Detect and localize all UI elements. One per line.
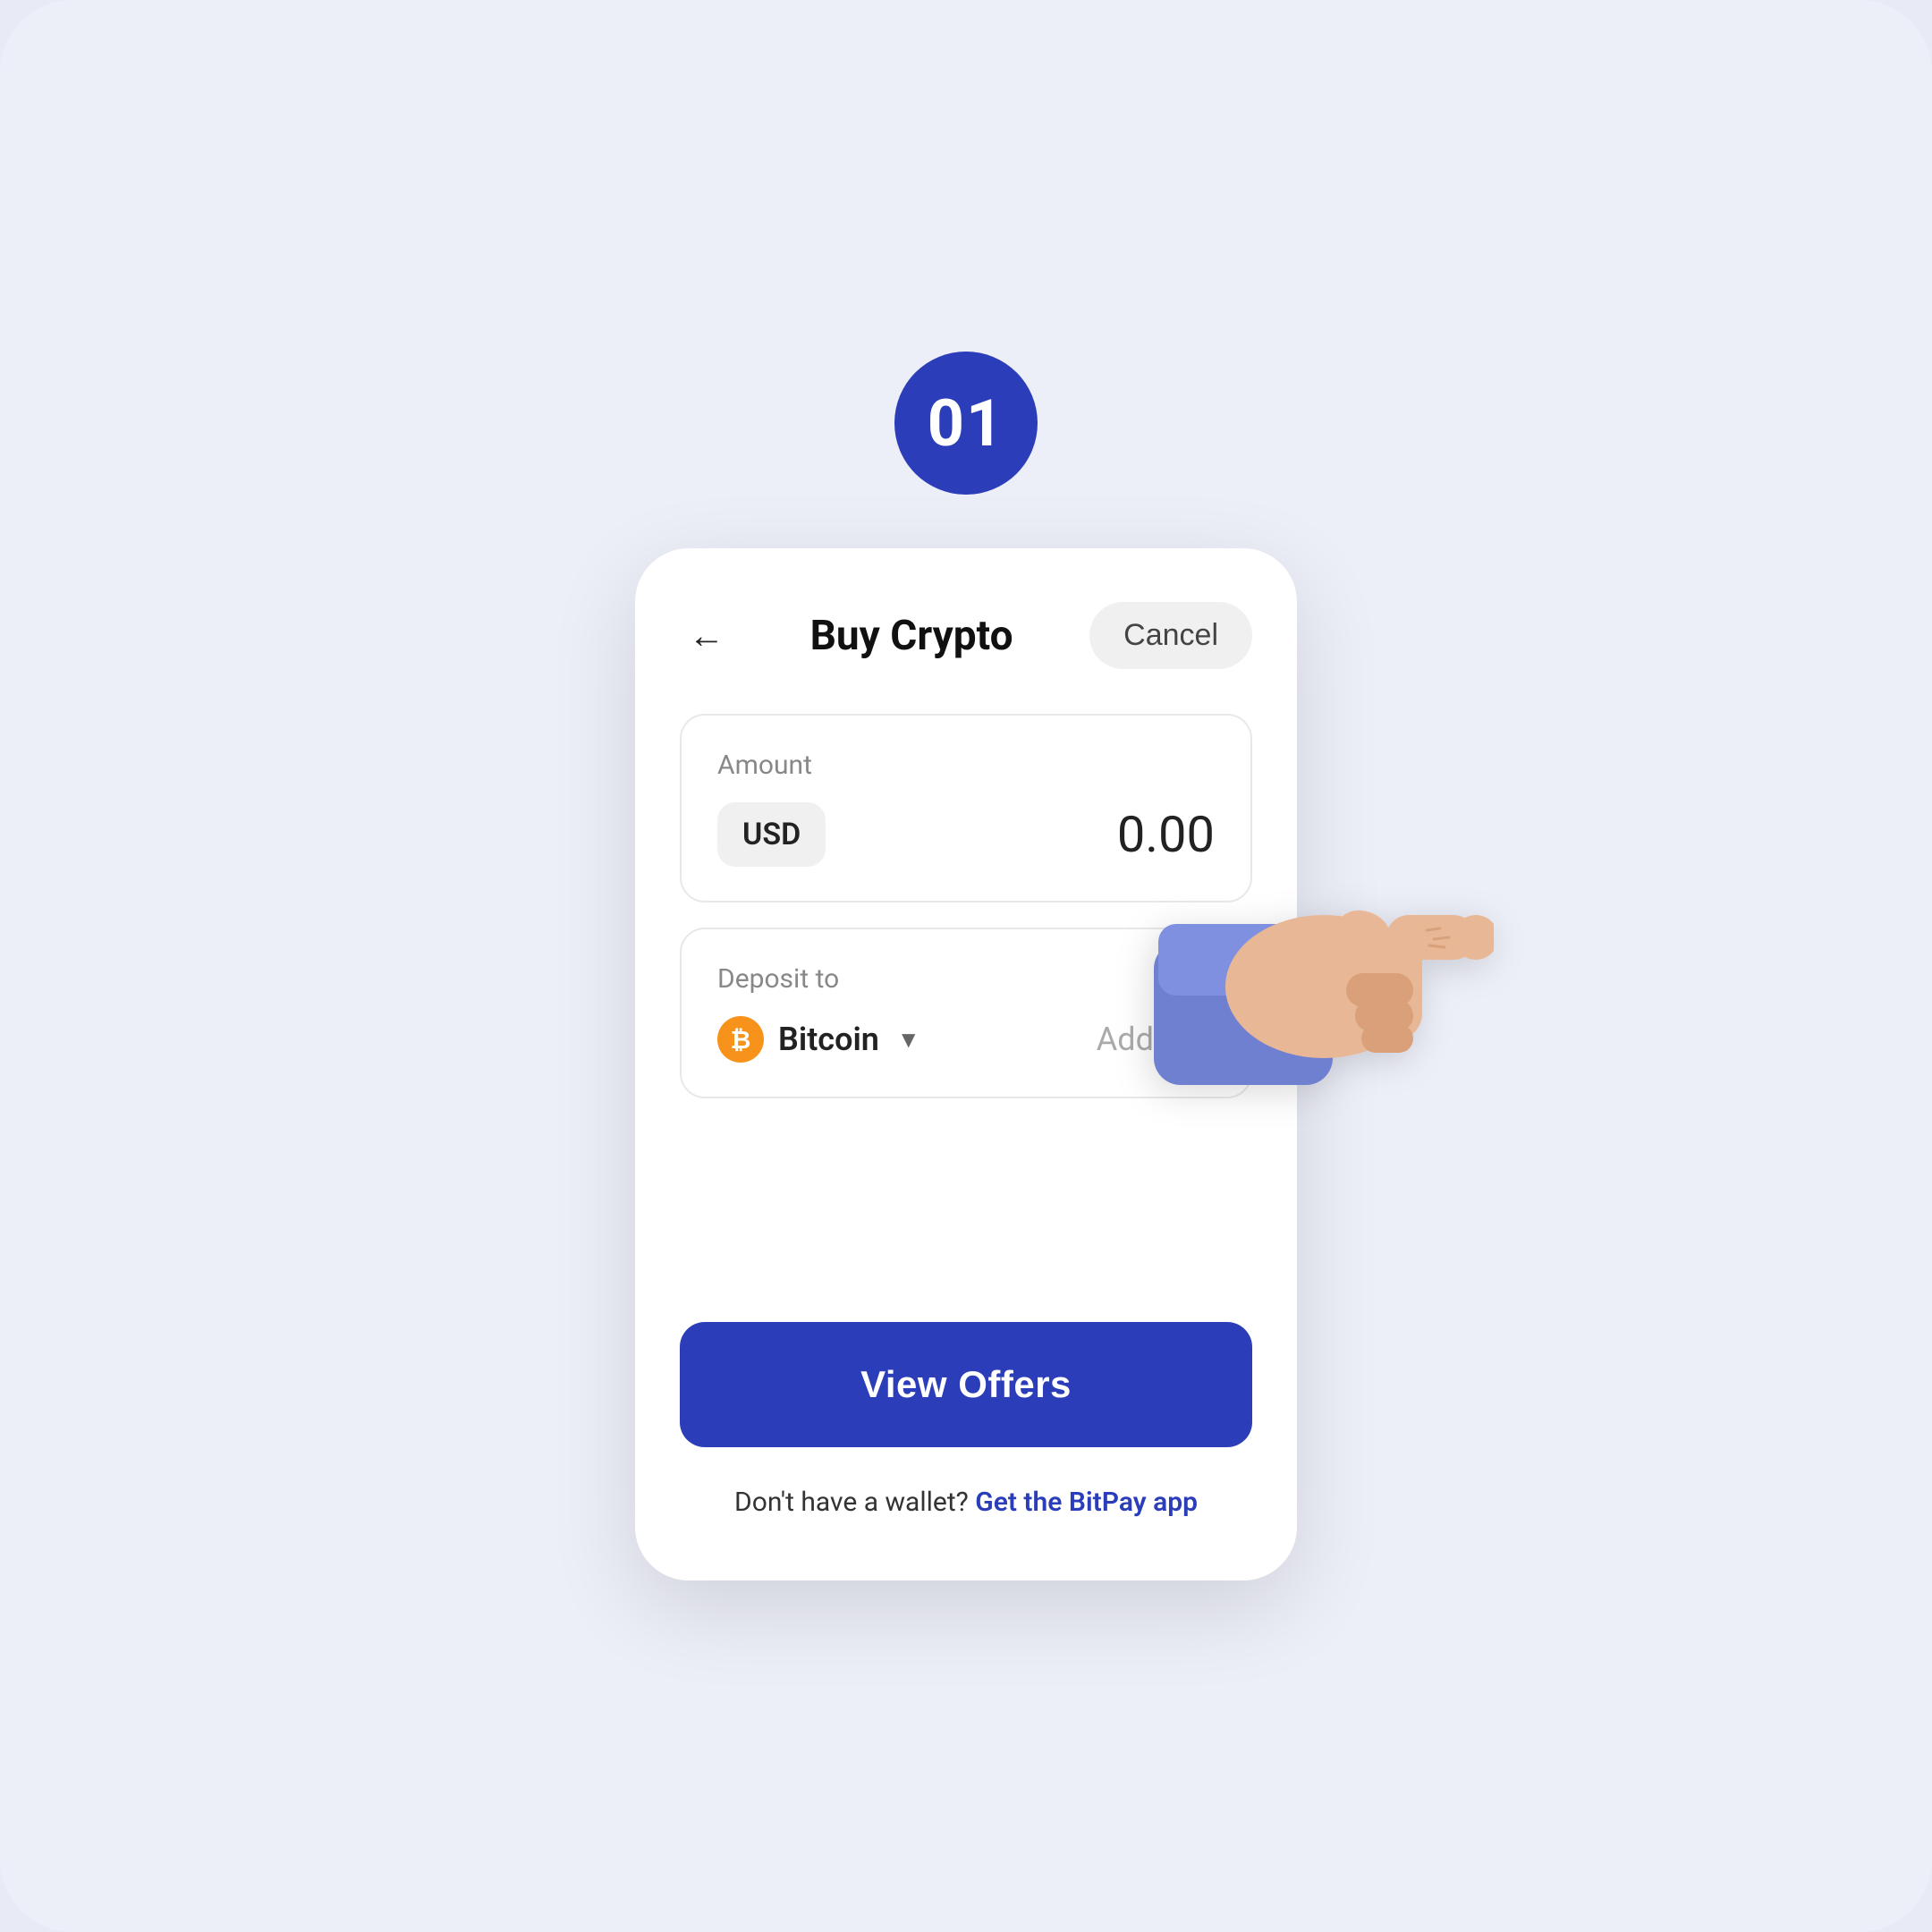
amount-row: USD 0.00	[717, 802, 1215, 867]
amount-value[interactable]: 0.00	[1117, 805, 1215, 864]
back-button[interactable]: ←	[680, 609, 733, 663]
deposit-row: ₿ Bitcoin ▼ Address	[717, 1016, 1215, 1063]
address-placeholder[interactable]: Address	[1097, 1021, 1215, 1058]
phone-wrapper: ← Buy Crypto Cancel Amount USD 0.00 Depo…	[635, 548, 1297, 1580]
get-bitpay-link[interactable]: Get the BitPay app	[975, 1487, 1198, 1518]
amount-label: Amount	[717, 750, 1215, 781]
footer-static-text: Don't have a wallet?	[734, 1487, 969, 1518]
view-offers-button[interactable]: View Offers	[680, 1322, 1252, 1447]
step-badge: 01	[894, 352, 1038, 495]
currency-selector[interactable]: USD	[717, 802, 826, 867]
phone-card: ← Buy Crypto Cancel Amount USD 0.00 Depo…	[635, 548, 1297, 1580]
amount-card: Amount USD 0.00	[680, 714, 1252, 902]
deposit-card: Deposit to ₿ Bitcoin ▼ Address	[680, 928, 1252, 1098]
bitcoin-icon: ₿	[717, 1016, 764, 1063]
coin-name: Bitcoin	[778, 1021, 879, 1058]
page-title: Buy Crypto	[810, 612, 1013, 660]
deposit-label: Deposit to	[717, 963, 1215, 995]
content-spacer	[680, 1143, 1252, 1322]
bitcoin-symbol: ₿	[731, 1025, 751, 1055]
cancel-button[interactable]: Cancel	[1089, 602, 1252, 669]
page-background: 01 ← Buy Crypto Cancel Amount USD 0.00	[0, 0, 1932, 1932]
footer-text: Don't have a wallet? Get the BitPay app	[680, 1487, 1252, 1518]
page-header: ← Buy Crypto Cancel	[680, 602, 1252, 669]
chevron-down-icon: ▼	[897, 1026, 920, 1054]
step-number: 01	[928, 386, 1005, 462]
coin-selector[interactable]: ₿ Bitcoin ▼	[717, 1016, 920, 1063]
back-arrow-icon: ←	[689, 614, 724, 657]
